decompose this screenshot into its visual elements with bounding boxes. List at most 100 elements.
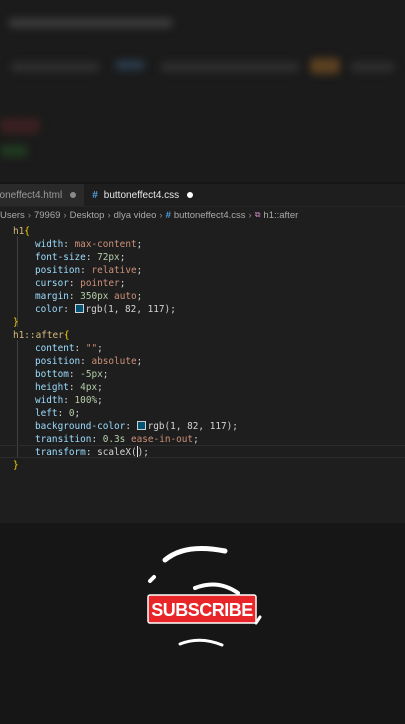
code-line: transition: 0.3s ease-in-out; [35,433,199,446]
subscribe-ring-bottom [178,638,224,647]
code-line: width: 100%; [35,394,103,407]
semicolon: ; [119,252,126,263]
css-value: pointer [80,278,120,289]
unsaved-dot-icon[interactable] [70,192,77,198]
code-line: cursor: pointer; [35,277,125,290]
subscribe-label: SUBSCRIBE [151,600,253,620]
code-line: color: rgb(1, 82, 117); [35,303,176,316]
open-brace: { [24,226,30,237]
css-value-part: scaleX( [97,447,137,458]
colon: : [68,278,81,289]
tab-buttoneffect4-html[interactable]: ttoneffect4.html [0,184,85,206]
close-brace: } [13,317,19,328]
blurred-header-area [0,0,405,182]
semicolon: ; [136,239,143,250]
css-value: -5px [80,369,103,380]
code-editor[interactable]: h1{width: max-content; font-size: 72px; po… [0,223,405,523]
css-property: bottom [35,369,69,380]
css-value-part: 350px [80,291,109,302]
css-property: transform [35,447,86,458]
css-value: "" [85,343,98,354]
code-line: font-size: 72px; [35,251,125,264]
color-swatch-icon[interactable] [74,304,84,313]
css-property: margin [35,291,69,302]
semicolon: ; [102,369,109,380]
subscribe-ring-top [162,545,228,563]
code-line: } [13,316,19,329]
css-value-part: 0.3s [102,434,126,445]
semicolon: ; [74,408,81,419]
breadcrumb-item[interactable]: Desktop [70,210,105,221]
css-value: rgb(1, 82, 117) [147,421,233,432]
colon: : [68,382,81,393]
tab-buttoneffect4-css[interactable]: # buttoneffect4.css [84,184,202,206]
css-property: color [35,304,64,315]
indent-guide [17,236,18,327]
code-line: transform: scaleX(); [35,446,149,459]
css-selector: h1 [13,226,25,237]
colon: : [68,369,81,380]
breadcrumb-item[interactable]: h1::after [263,210,298,221]
code-line: width: max-content; [35,238,142,251]
editor-tab-bar: ttoneffect4.html # buttoneffect4.css [0,184,405,207]
css-file-icon: # [92,189,98,201]
code-line: } [13,459,19,472]
colon: : [80,265,92,276]
chevron-right-icon: › [27,209,31,221]
color-swatch-icon[interactable] [136,421,146,430]
chevron-right-icon: › [159,209,163,221]
semicolon: ; [97,382,103,393]
chevron-right-icon: › [248,209,252,221]
breadcrumb-item[interactable]: Users [0,210,25,221]
colon: : [125,421,137,432]
semicolon: ; [170,304,176,315]
tab-label: ttoneffect4.html [0,189,63,201]
semicolon: ; [136,265,143,276]
colon: : [80,356,92,367]
code-line: margin: 350px auto; [35,290,142,303]
code-line: position: absolute; [35,355,142,368]
unsaved-dot-icon[interactable] [187,192,194,198]
code-line: position: relative; [35,264,142,277]
open-brace: { [63,330,70,341]
css-value: absolute [91,356,137,367]
breadcrumb-item[interactable]: 79969 [34,210,60,221]
css-property: position [35,265,81,276]
code-line: h1{ [13,225,30,238]
colon: : [57,408,69,419]
css-property: font-size [35,252,86,263]
colon: : [63,395,75,406]
video-overlay-area: SUBSCRIBE [0,523,405,720]
colon: : [74,343,86,354]
css-property: width [35,395,64,406]
css-value: rgb(1, 82, 117) [85,304,171,315]
semicolon: ; [136,356,143,367]
close-brace: } [13,460,19,471]
css-property: left [35,408,58,419]
chevron-right-icon: › [107,209,111,221]
semicolon: ; [232,421,238,432]
css-property: position [35,356,81,367]
colon: : [85,252,98,263]
css-property: height [35,382,69,393]
breadcrumb-item[interactable]: buttoneffect4.css [174,210,246,221]
css-value: max-content [74,239,137,250]
colon: : [91,434,103,445]
semicolon: ; [136,291,143,302]
chevron-right-icon: › [63,209,67,221]
css-file-icon: # [165,209,171,221]
code-line: left: 0; [35,407,80,420]
css-property: content [35,343,75,354]
colon: : [63,239,75,250]
colon: : [85,447,98,458]
code-line: h1::after{ [13,329,69,342]
css-value-part: ease-in-out [125,434,194,445]
breadcrumb-item[interactable]: dlya video [114,210,157,221]
semicolon: ; [193,434,199,445]
tab-label: buttoneffect4.css [103,189,180,201]
colon: : [63,304,75,315]
indent-guide [17,340,18,457]
css-value: 72px [97,252,120,263]
semicolon: ; [97,343,103,354]
css-value: 100% [74,395,98,406]
